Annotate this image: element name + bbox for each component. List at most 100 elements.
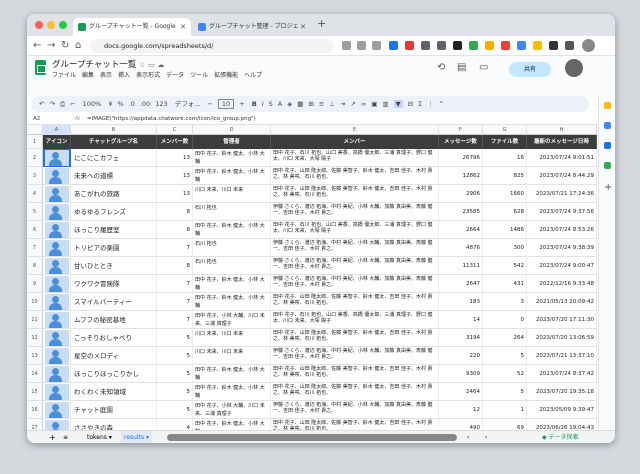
admin-cell[interactable]: 川口 未来、川口 未来 [193, 185, 271, 203]
icon-cell[interactable] [43, 221, 71, 239]
group-name-cell[interactable]: スマイルパーティー [71, 293, 157, 311]
column-header-e[interactable]: E [271, 125, 439, 135]
message-count-cell[interactable]: 2664 [439, 221, 483, 239]
member-count-cell[interactable]: 7 [157, 311, 193, 329]
admin-cell[interactable]: 田中 花子、鈴木 健太、小林 大輔 [193, 275, 271, 293]
decrease-decimal-button[interactable]: .0 [129, 100, 135, 108]
admin-cell[interactable]: 石川 拓也 [193, 239, 271, 257]
admin-cell[interactable]: 田中 花子、鈴木 健太、小林 大輔 [193, 221, 271, 239]
members-cell[interactable]: 田中 花子、石川 拓也、山口 美香、高橋 優太郎、三浦 真理子、野口 健太、川口… [271, 311, 439, 329]
more-formats-button[interactable]: 123 [155, 100, 167, 108]
strikethrough-icon[interactable]: S [269, 100, 273, 108]
sheet-tab-tokens[interactable]: tokens ▾ [87, 431, 112, 443]
row-number[interactable]: 4 [27, 185, 43, 203]
icon-cell[interactable] [43, 347, 71, 365]
message-count-cell[interactable]: 23585 [439, 203, 483, 221]
latest-message-cell[interactable]: 2023/07/21 13:37:10 [527, 347, 597, 365]
message-count-cell[interactable]: 183 [439, 293, 483, 311]
file-count-cell[interactable]: 431 [483, 275, 527, 293]
latest-message-cell[interactable]: 2023/07/24 8:53:26 [527, 221, 597, 239]
file-count-cell[interactable]: 300 [483, 239, 527, 257]
file-count-cell[interactable]: 0 [483, 311, 527, 329]
member-count-cell[interactable]: 5 [157, 401, 193, 419]
home-icon[interactable]: ⌂ [75, 39, 81, 53]
maximize-window-button[interactable] [59, 21, 67, 29]
column-header-f[interactable]: F [439, 125, 483, 135]
group-name-cell[interactable]: 未来への道標 [71, 167, 157, 185]
member-count-cell[interactable]: 8 [157, 221, 193, 239]
admin-cell[interactable]: 田中 花子、鈴木 健太、小林 大輔 [193, 365, 271, 383]
member-count-cell[interactable]: 5 [157, 347, 193, 365]
file-count-cell[interactable]: 16 [483, 149, 527, 167]
table-row[interactable]: ムフフの秘密基地 7 田中 花子、小林 大輔、川口 未来、三浦 真理子 田中 花子、石… [43, 311, 597, 329]
font-size-input[interactable]: 10 [217, 99, 235, 109]
admin-cell[interactable]: 田中 花子、鈴木 健太、小林 大輔 [193, 167, 271, 185]
column-header-c[interactable]: C [157, 125, 193, 135]
column-header-d[interactable]: D [193, 125, 271, 135]
tasks-icon[interactable] [604, 142, 611, 149]
message-count-cell[interactable]: 220 [439, 347, 483, 365]
table-row[interactable]: 甘いひととき 8 石川 拓也 伊藤 さくら、渡辺 拓海、中村 美紀、小林 大輔、加藤 … [43, 257, 597, 275]
table-row[interactable]: わくわく未知領域 5 田中 花子、鈴木 健太、小林 大輔 田中 花子、山田 隆太郎、佐… [43, 383, 597, 401]
menu-tools[interactable]: ツール [190, 72, 208, 79]
text-wrap-icon[interactable]: ⇥ [340, 100, 345, 108]
font-size-decrease-button[interactable]: − [207, 100, 212, 108]
members-cell[interactable]: 田中 花子、山田 隆太郎、佐藤 美智子、鈴木 健太、吉田 佳子、木村 貴之、林 … [271, 383, 439, 401]
move-folder-icon[interactable]: ▭ [148, 61, 155, 69]
filter-views-icon[interactable]: ⊟ [408, 100, 413, 108]
latest-message-cell[interactable]: 2023/07/24 8:37:42 [527, 365, 597, 383]
browser-tab-active[interactable]: グループチャット一覧 - Google ✕ [73, 18, 191, 36]
table-row[interactable]: ほっこり履歴室 8 田中 花子、鈴木 健太、小林 大輔 田中 花子、石川 拓也、山口 … [43, 221, 597, 239]
row-number[interactable]: 1 [27, 135, 43, 149]
add-on-icon[interactable]: + [604, 183, 612, 193]
table-row[interactable]: ささやきの森4田中 花子、鈴木 健太、小林 大輔田中 花子、山田 隆太郎、佐藤 … [43, 419, 597, 430]
increase-decimal-button[interactable]: .00 [140, 100, 150, 108]
back-icon[interactable]: ← [33, 39, 41, 53]
row-number[interactable]: 3 [27, 167, 43, 185]
group-name-cell[interactable]: にこにこカフェ [71, 149, 157, 167]
admin-cell[interactable]: 田中 花子、小林 大輔、川口 未来、三浦 真理子 [193, 401, 271, 419]
row-number[interactable]: 8 [27, 257, 43, 275]
members-cell[interactable]: 田中 花子、山田 隆太郎、佐藤 美智子、鈴木 健太、吉田 佳子、木村 貴之、林 … [271, 329, 439, 347]
all-sheets-button[interactable]: ≡ [63, 431, 68, 443]
bold-icon[interactable]: B [252, 100, 257, 108]
text-rotation-icon[interactable]: ↗ [350, 100, 355, 108]
table-row[interactable]: 星空のメロディ 5 川口 未来、川口 未来 伊藤 さくら、渡辺 拓海、中村 美紀、小林… [43, 347, 597, 365]
keep-icon[interactable] [604, 122, 611, 129]
member-count-cell[interactable]: 7 [157, 293, 193, 311]
message-count-cell[interactable]: 4876 [439, 239, 483, 257]
admin-cell[interactable]: 田中 花子、鈴木 健太、小林 大輔 [193, 149, 271, 167]
latest-message-cell[interactable]: 2023/07/24 9:37:56 [527, 203, 597, 221]
file-count-cell[interactable]: 5 [483, 383, 527, 401]
merge-cells-icon[interactable]: ⊞ [308, 100, 313, 108]
group-name-cell[interactable]: 甘いひととき [71, 257, 157, 275]
icon-cell[interactable] [43, 167, 71, 185]
comments-icon[interactable]: ▤ [457, 61, 466, 75]
table-row[interactable]: あこがれの旅路 13 川口 未来、川口 未来 田中 花子、山田 隆太郎、佐藤 美智子、… [43, 185, 597, 203]
icon-cell[interactable] [43, 275, 71, 293]
members-cell[interactable]: 田中 花子、山田 隆太郎、佐藤 美智子、鈴木 健太、吉田 佳子、木村 貴之、林 … [271, 293, 439, 311]
icon-cell[interactable] [43, 329, 71, 347]
collapse-toolbar-icon[interactable]: ⌃ [439, 100, 444, 108]
calendar-icon[interactable] [604, 102, 611, 109]
members-cell[interactable]: 伊藤 さくら、渡辺 拓海、中村 美紀、小林 大輔、加藤 真由美、斎藤 健一、吉田… [271, 401, 439, 419]
icon-cell[interactable] [43, 383, 71, 401]
history-icon[interactable]: ⟲ [437, 61, 445, 75]
scroll-right-icon[interactable]: › [485, 431, 487, 443]
extension-icon[interactable] [485, 41, 494, 50]
group-name-cell[interactable]: あこがれの旅路 [71, 185, 157, 203]
file-count-cell[interactable]: 628 [483, 203, 527, 221]
admin-cell[interactable]: 田中 花子、鈴木 健太、小林 大輔 [193, 293, 271, 311]
member-count-cell[interactable]: 13 [157, 149, 193, 167]
functions-icon[interactable]: Σ [418, 100, 422, 108]
member-count-cell[interactable]: 8 [157, 203, 193, 221]
message-count-cell[interactable]: 11311 [439, 257, 483, 275]
icon-cell[interactable] [43, 365, 71, 383]
message-count-cell[interactable]: 9309 [439, 365, 483, 383]
file-count-cell[interactable]: 825 [483, 167, 527, 185]
select-all-corner[interactable] [27, 125, 43, 135]
insert-link-icon[interactable]: ∞ [361, 100, 366, 108]
paint-format-icon[interactable]: ⌐ [70, 100, 75, 108]
group-name-cell[interactable]: ワクワク冒険隊 [71, 275, 157, 293]
row-number[interactable]: 15 [27, 383, 43, 401]
